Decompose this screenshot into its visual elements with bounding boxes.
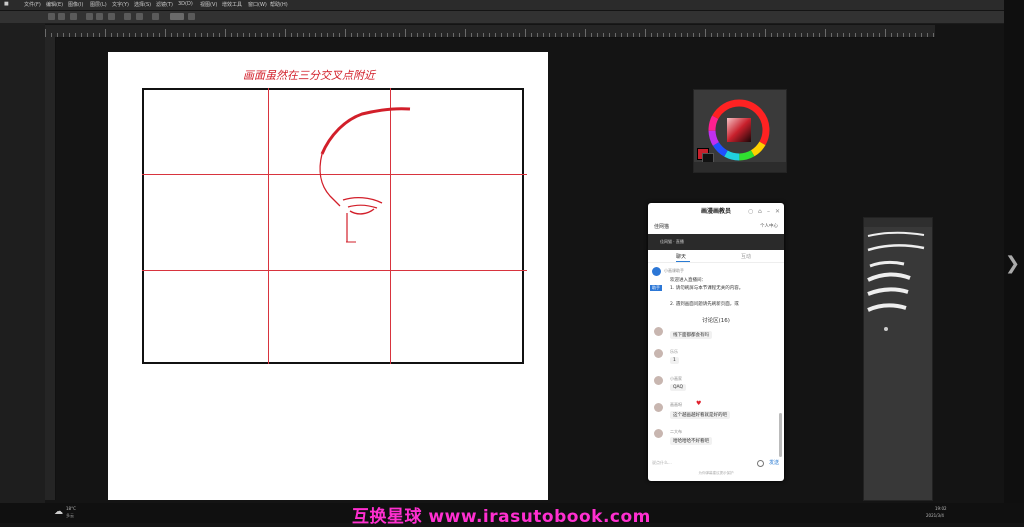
chevron-right-icon[interactable]: ❯ <box>1005 253 1020 274</box>
chat-tabs: 聊天 互动 <box>648 251 784 263</box>
chat-message: QAQ <box>670 384 687 391</box>
chat-message: 线下面都都会有吗 <box>670 331 712 339</box>
discussion-header: 讨论区(16) <box>702 318 730 324</box>
avatar <box>654 376 663 385</box>
chat-message: 这个越画越好看就是好的吧 <box>670 411 730 419</box>
watermark: 互换星球 www.irasutobook.com <box>352 507 651 527</box>
notice-sender: 小画课助手 <box>664 268 684 273</box>
brush-panel <box>863 217 933 501</box>
minimize-icon[interactable]: – <box>767 208 770 216</box>
clock-time: 19:02 <box>935 506 947 511</box>
weather-text: 多云 <box>66 513 74 518</box>
pin-icon[interactable]: ⌂ <box>758 208 762 216</box>
pinned-notice: 小画课助手 助手 欢迎进入直播间： 1. 请勿刷屏与本节课程无关的内容。 2. … <box>648 265 784 317</box>
color-panel <box>693 89 787 173</box>
chat-scrollbar[interactable] <box>779 413 782 457</box>
clock-date: 2021/3/4 <box>926 513 944 518</box>
avatar <box>652 267 661 276</box>
notice-line-2: 1. 请勿刷屏与本节课程无关的内容。 <box>670 286 744 291</box>
chat-title: 画漫画教员 <box>700 208 731 215</box>
emoji-icon[interactable] <box>757 460 764 467</box>
chat-input[interactable]: 说点什么... <box>652 458 752 468</box>
send-button[interactable]: 发送 <box>769 458 779 468</box>
avatar <box>654 403 663 412</box>
tab-underline <box>676 261 690 262</box>
chat-username: 小画家 <box>670 376 682 381</box>
chat-username: 乐乐 <box>670 349 678 354</box>
video-strip[interactable]: 佳网猫 · 直播 <box>648 234 784 250</box>
live-chat-window: 画漫画教员 ○ ⌂ – ✕ 佳网猫 个人中心 佳网猫 · 直播 聊天 互动 小画… <box>648 203 784 481</box>
host-name[interactable]: 佳网猫 <box>654 223 669 230</box>
chat-username: 二大布 <box>670 429 682 434</box>
brush-strokes[interactable] <box>864 230 932 350</box>
chat-settings-icon[interactable]: ○ <box>748 208 753 216</box>
avatar <box>654 429 663 438</box>
video-label: 佳网猫 · 直播 <box>660 239 684 244</box>
tab-interact[interactable]: 互动 <box>741 253 751 260</box>
notice-line-3: 2. 遇到画面问题请先刷新页面，或 <box>670 302 739 307</box>
tab-chat[interactable]: 聊天 <box>676 253 686 260</box>
chat-message: 1 <box>670 357 679 364</box>
brush-panel-title <box>864 218 932 227</box>
weather-icon: ☁ <box>54 507 63 517</box>
chat-message: 哈哈哈哈不好看吧 <box>670 437 712 445</box>
chat-footer-note: 为你弹幕建议提示保护 <box>698 471 734 475</box>
avatar <box>654 327 663 336</box>
close-icon[interactable]: ✕ <box>775 208 780 216</box>
avatar <box>654 349 663 358</box>
weather-temp: 18°C <box>66 506 76 511</box>
chat-username: 画画呀 <box>670 402 682 407</box>
color-panel-footer <box>694 162 786 172</box>
follow-link[interactable]: 个人中心 <box>760 223 778 229</box>
notice-line-1: 欢迎进入直播间： <box>670 278 706 283</box>
assistant-badge: 助手 <box>650 285 662 291</box>
heart-icon: ♥ <box>696 400 702 407</box>
